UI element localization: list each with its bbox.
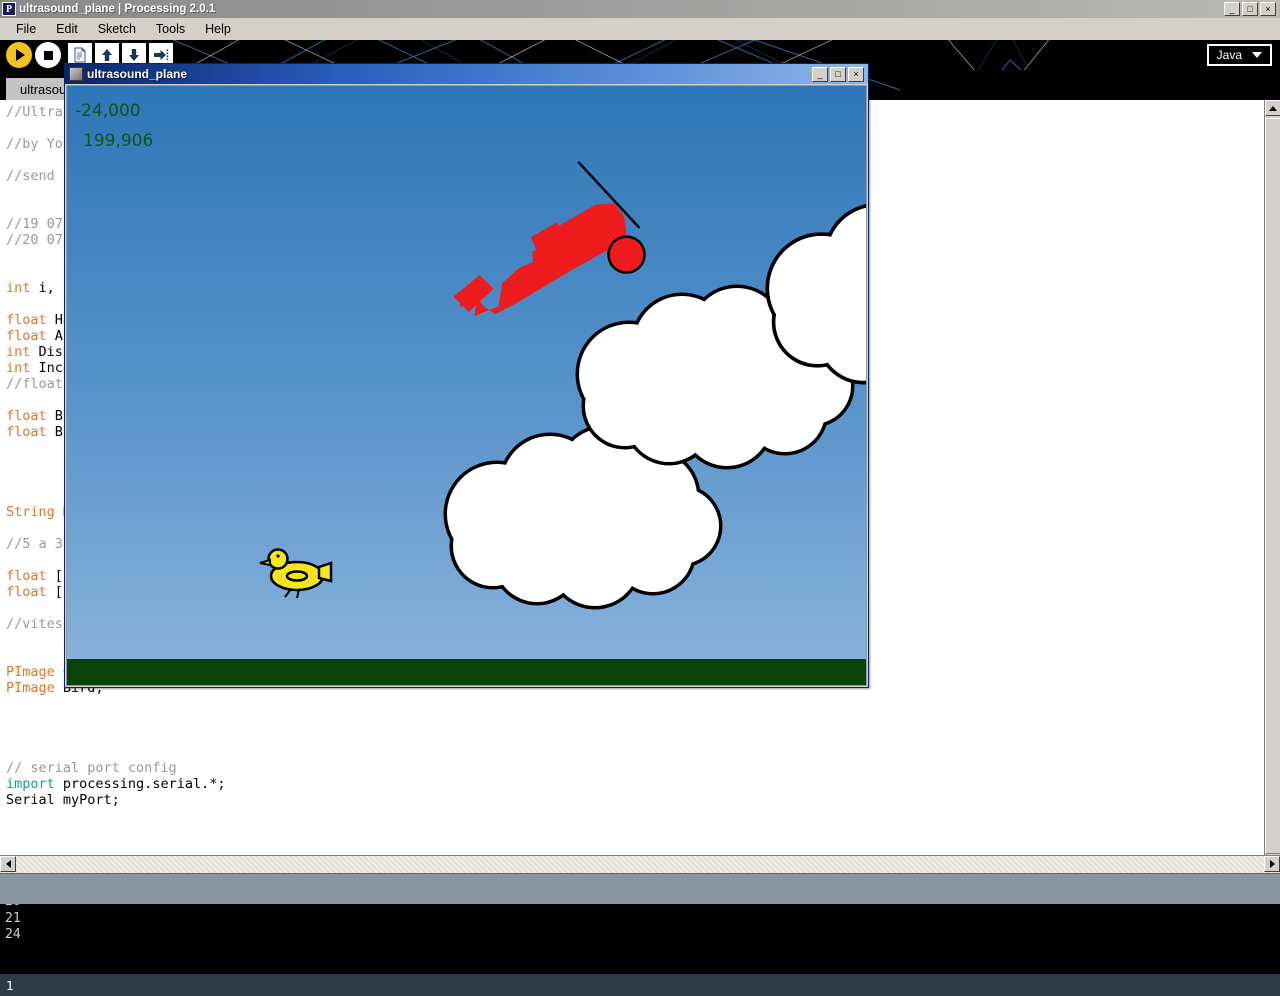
arrow-down-icon [129,49,139,61]
console-output-area[interactable]: 20 21 24 [0,904,1280,974]
code-keyword: float [6,424,47,440]
code-keyword: int [6,360,31,376]
run-button[interactable] [6,42,32,68]
code-keyword: int [6,280,31,296]
code-keyword: float [6,312,47,328]
code-keyword: float [6,568,47,584]
sketch-display-window[interactable]: ultrasound_plane _ □ × -24,000 199,906 [64,63,869,688]
scrollbar-thumb[interactable] [1265,118,1280,854]
code-keyword: float [6,408,47,424]
processing-app-icon: P [2,2,16,16]
chevron-down-icon [1252,52,1262,58]
editor-console-divider[interactable] [0,873,1280,904]
code-keyword: String [6,504,55,520]
scroll-right-button[interactable] [1264,856,1280,872]
code-comment: // serial port config [6,760,177,776]
maximize-button[interactable]: □ [1242,2,1258,16]
cloud-fill-puff [515,458,635,578]
play-icon [16,49,25,61]
mode-label: Java [1216,48,1242,62]
menu-item-file[interactable]: File [6,20,46,38]
arrow-up-icon [1269,105,1277,111]
menubar: File Edit Sketch Tools Help [0,18,1280,40]
code-keyword: PImage [6,664,55,680]
sketch-window-controls: _ □ × [812,66,866,82]
sketch-maximize-button[interactable]: □ [830,66,846,82]
hud-value-height: 199,906 [83,131,154,151]
arrow-right-icon [1269,860,1275,868]
close-button[interactable]: × [1260,2,1276,16]
toolbar-transport-buttons [6,42,61,68]
editor-horizontal-scrollbar[interactable] [0,855,1280,873]
arrow-up-icon [102,49,112,61]
status-bar: 1 [0,974,1280,996]
sketch-window-titlebar[interactable]: ultrasound_plane _ □ × [65,64,868,84]
new-file-icon [74,47,86,63]
sketch-minimize-button[interactable]: _ [812,66,828,82]
code-keyword-import: import [6,776,55,792]
bird-tail [317,561,333,583]
mode-selector[interactable]: Java [1206,44,1272,66]
code-comment: //float [6,376,63,392]
code-line: Serial myPort; [6,792,225,808]
menu-item-sketch[interactable]: Sketch [88,20,146,38]
sketch-canvas-frame: -24,000 199,906 [66,85,867,686]
code-keyword: PImage [6,680,55,696]
code-keyword: int [6,344,31,360]
code-keyword: float [6,328,47,344]
code-comment: //20 07 [6,232,63,248]
bird-eye [276,554,280,558]
scroll-up-button[interactable] [1265,100,1280,116]
code-comment: //19 07 [6,216,63,232]
menu-item-edit[interactable]: Edit [46,20,88,38]
sketch-window-icon [69,67,83,81]
arrow-left-icon [5,860,11,868]
stop-icon [43,50,53,60]
window-titlebar: P ultrasound_plane | Processing 2.0.1 _ … [0,0,1280,18]
scroll-left-button[interactable] [0,856,16,872]
ground-strip [67,659,866,685]
console-text: 20 21 24 [5,904,21,942]
arrow-right-icon [154,49,169,61]
code-comment: //5 a 32 [6,536,72,552]
menu-item-tools[interactable]: Tools [146,20,195,38]
code-keyword: float [6,584,47,600]
window-title: ultrasound_plane | Processing 2.0.1 [19,3,216,15]
hud-value-angle: -24,000 [75,101,141,121]
hud-readout: -24,000 199,906 [75,96,153,156]
sketch-window-title: ultrasound_plane [87,67,188,81]
code-plain: Serial myPort; [6,792,120,808]
menu-item-help[interactable]: Help [195,20,241,38]
sketch-canvas[interactable] [67,86,866,685]
code-text-rest: processing.serial.*; [54,776,226,792]
processing-ide-window: P ultrasound_plane | Processing 2.0.1 _ … [0,0,1280,996]
stop-button[interactable] [35,42,61,68]
cloud-fill-puff [647,318,767,438]
code-line: // serial port config [6,760,225,776]
editor-vertical-scrollbar[interactable] [1264,100,1280,855]
minimize-button[interactable]: _ [1224,2,1240,16]
status-bar-text: 1 [6,977,14,993]
sketch-close-button[interactable]: × [848,66,864,82]
bird-head [267,548,289,570]
code-line: import processing.serial.*; [6,776,225,792]
window-controls: _ □ × [1224,2,1280,16]
